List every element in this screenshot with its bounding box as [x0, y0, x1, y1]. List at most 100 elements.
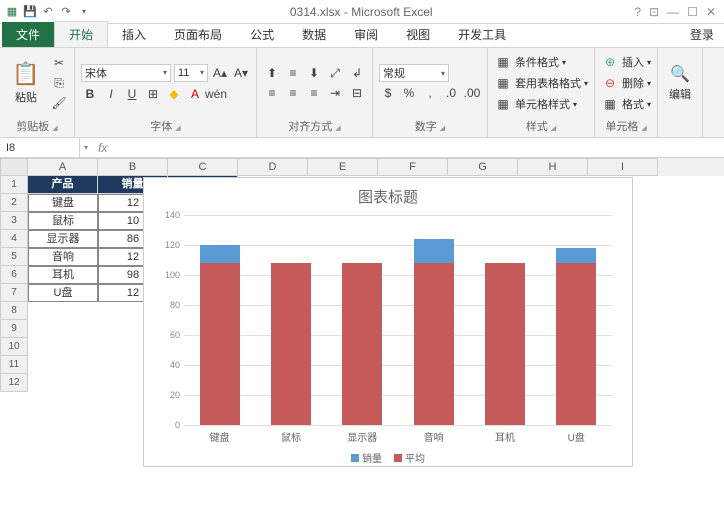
find-button[interactable]: 🔍 编辑 [664, 50, 696, 116]
format-icon: ▦ [601, 95, 619, 113]
format-painter-icon[interactable]: 🖌 [50, 94, 68, 112]
align-top-icon[interactable]: ⬆ [263, 64, 281, 82]
row-header-1[interactable]: 1 [0, 176, 28, 194]
align-right-icon[interactable]: ≡ [305, 84, 323, 102]
maximize-icon[interactable]: ☐ [687, 5, 698, 19]
orientation-icon[interactable]: ⤢ [326, 64, 344, 82]
name-box[interactable]: I8 [0, 138, 80, 157]
help-icon[interactable]: ? [634, 5, 641, 19]
undo-icon[interactable]: ↶ [40, 4, 56, 20]
indent-icon[interactable]: ⇥ [326, 84, 344, 102]
row-header-9[interactable]: 9 [0, 320, 28, 338]
tab-file[interactable]: 文件 [2, 22, 54, 47]
wrap-text-icon[interactable]: ↲ [348, 64, 366, 82]
increase-font-icon[interactable]: A▴ [211, 64, 229, 82]
align-bottom-icon[interactable]: ⬇ [305, 64, 323, 82]
paste-button[interactable]: 📋 粘贴 [6, 50, 46, 116]
row-header-3[interactable]: 3 [0, 212, 28, 230]
align-left-icon[interactable]: ≡ [263, 84, 281, 102]
cut-icon[interactable]: ✂ [50, 54, 68, 72]
col-header-G[interactable]: G [448, 158, 518, 176]
chart-title: 图表标题 [144, 178, 632, 215]
decrease-font-icon[interactable]: A▾ [232, 64, 250, 82]
column-headers: ABCDEFGHI [0, 158, 724, 176]
tab-insert[interactable]: 插入 [108, 22, 160, 47]
cell[interactable]: 鼠标 [28, 212, 98, 230]
fb-dropdown-icon[interactable]: ▾ [80, 143, 92, 152]
table-format-button[interactable]: ▦套用表格格式▾ [494, 74, 588, 92]
insert-cells-button[interactable]: ⊕插入▾ [601, 53, 651, 71]
col-header-B[interactable]: B [98, 158, 168, 176]
row-header-2[interactable]: 2 [0, 194, 28, 212]
underline-button[interactable]: U [123, 85, 141, 103]
save-icon[interactable]: 💾 [22, 4, 38, 20]
ribbon-options-icon[interactable]: ⊡ [649, 5, 659, 19]
percent-icon[interactable]: % [400, 84, 418, 102]
format-cells-button[interactable]: ▦格式▾ [601, 95, 651, 113]
formula-input[interactable] [113, 138, 724, 157]
tab-home[interactable]: 开始 [54, 21, 108, 47]
row-header-4[interactable]: 4 [0, 230, 28, 248]
tab-review[interactable]: 审阅 [340, 22, 392, 47]
font-color-button[interactable]: A [186, 85, 204, 103]
col-header-A[interactable]: A [28, 158, 98, 176]
cell[interactable]: 显示器 [28, 230, 98, 248]
copy-icon[interactable]: ⎘ [50, 74, 68, 92]
align-center-icon[interactable]: ≡ [284, 84, 302, 102]
border-button[interactable]: ⊞ [144, 85, 162, 103]
col-header-H[interactable]: H [518, 158, 588, 176]
col-header-I[interactable]: I [588, 158, 658, 176]
qat-dropdown-icon[interactable]: ▾ [76, 4, 92, 20]
align-middle-icon[interactable]: ≡ [284, 64, 302, 82]
ribbon-tabs: 文件 开始 插入 页面布局 公式 数据 审阅 视图 开发工具 登录 [0, 24, 724, 48]
cond-format-button[interactable]: ▦条件格式▾ [494, 53, 588, 71]
col-header-F[interactable]: F [378, 158, 448, 176]
delete-cells-button[interactable]: ⊖删除▾ [601, 74, 651, 92]
row-header-8[interactable]: 8 [0, 302, 28, 320]
chart-plot-area: 020406080100120140 [184, 215, 612, 425]
col-header-C[interactable]: C [168, 158, 238, 176]
redo-icon[interactable]: ↷ [58, 4, 74, 20]
row-header-7[interactable]: 7 [0, 284, 28, 302]
tab-dev[interactable]: 开发工具 [444, 22, 520, 47]
row-header-10[interactable]: 10 [0, 338, 28, 356]
increase-decimal-icon[interactable]: .0 [442, 84, 460, 102]
group-label-clipboard: 剪贴板 [6, 117, 68, 135]
cell-style-button[interactable]: ▦单元格样式▾ [494, 95, 588, 113]
row-header-11[interactable]: 11 [0, 356, 28, 374]
bar-group [271, 215, 311, 425]
select-all-corner[interactable] [0, 158, 28, 176]
close-icon[interactable]: ✕ [706, 5, 716, 19]
currency-icon[interactable]: $ [379, 84, 397, 102]
fill-color-button[interactable]: ◆ [165, 85, 183, 103]
row-header-5[interactable]: 5 [0, 248, 28, 266]
cell[interactable]: 音响 [28, 248, 98, 266]
phonetic-button[interactable]: wén [207, 85, 225, 103]
tab-layout[interactable]: 页面布局 [160, 22, 236, 47]
number-format-select[interactable]: 常规 [379, 64, 449, 82]
window-controls: ? ⊡ — ☐ ✕ [626, 5, 724, 19]
col-header-D[interactable]: D [238, 158, 308, 176]
embedded-chart[interactable]: 图表标题 020406080100120140 键盘鼠标显示器音响耳机U盘 销量… [143, 177, 633, 467]
tab-formula[interactable]: 公式 [236, 22, 288, 47]
cell[interactable]: 产品 [28, 176, 98, 194]
col-header-E[interactable]: E [308, 158, 378, 176]
login-link[interactable]: 登录 [680, 22, 724, 47]
minimize-icon[interactable]: — [667, 5, 679, 19]
tab-view[interactable]: 视图 [392, 22, 444, 47]
decrease-decimal-icon[interactable]: .00 [463, 84, 481, 102]
italic-button[interactable]: I [102, 85, 120, 103]
comma-icon[interactable]: , [421, 84, 439, 102]
merge-icon[interactable]: ⊟ [348, 84, 366, 102]
cell[interactable]: 键盘 [28, 194, 98, 212]
tab-data[interactable]: 数据 [288, 22, 340, 47]
cell[interactable]: 耳机 [28, 266, 98, 284]
bold-button[interactable]: B [81, 85, 99, 103]
row-header-6[interactable]: 6 [0, 266, 28, 284]
cell[interactable]: U盘 [28, 284, 98, 302]
group-label-number: 数字 [379, 117, 481, 135]
font-name-select[interactable]: 宋体 [81, 64, 171, 82]
fx-icon[interactable]: fx [92, 141, 113, 155]
row-header-12[interactable]: 12 [0, 374, 28, 392]
font-size-select[interactable]: 11 [174, 64, 208, 82]
